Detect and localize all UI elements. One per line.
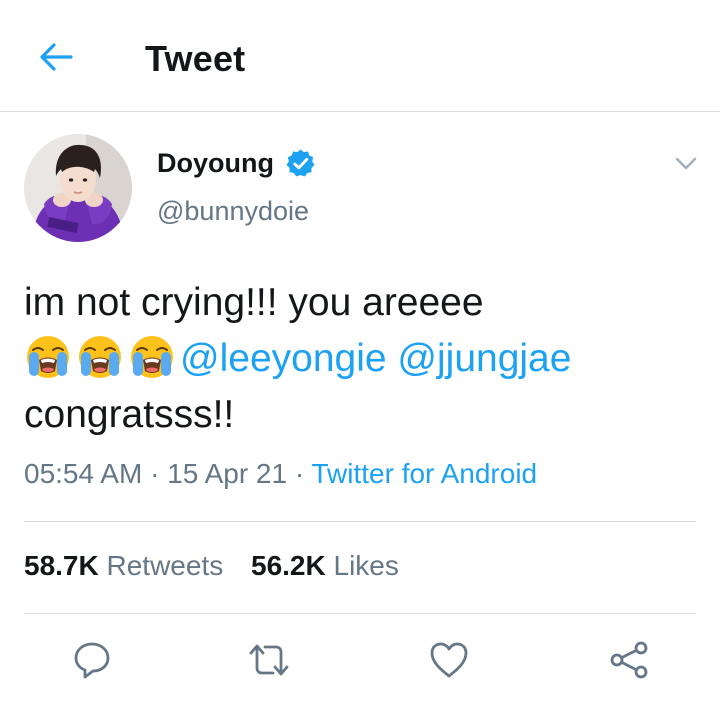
chevron-down-icon — [675, 157, 697, 170]
share-icon — [610, 641, 648, 679]
loudly-crying-face-emoji — [131, 336, 173, 378]
verified-badge-icon — [286, 149, 315, 177]
engagement-stats: 58.7K Retweets 56.2K Likes — [24, 550, 399, 582]
tweet-date: 15 Apr 21 — [167, 458, 288, 489]
avatar-image — [24, 134, 132, 242]
author-display-name[interactable]: Doyoung — [157, 148, 274, 179]
likes-stat[interactable]: 56.2K Likes — [251, 550, 399, 582]
likes-label: Likes — [333, 550, 399, 581]
divider — [24, 613, 696, 614]
tweet-text-line: @leeyongie @jjungjae — [24, 331, 704, 387]
retweets-stat[interactable]: 58.7K Retweets — [24, 550, 223, 582]
reply-icon — [74, 642, 110, 679]
tweet-options-button[interactable] — [668, 148, 704, 180]
retweets-label: Retweets — [106, 550, 224, 581]
divider — [24, 521, 696, 522]
top-bar: Tweet — [0, 0, 720, 112]
tweet-time: 05:54 AM — [24, 458, 143, 489]
mention-link[interactable]: @jjungjae — [397, 337, 571, 380]
tweet-text-line: congratsss!! — [24, 393, 235, 436]
mention-link[interactable]: @leeyongie — [180, 337, 387, 380]
tweet-text-line: im not crying!!! you areeee — [24, 281, 484, 324]
meta-separator: · — [294, 458, 305, 489]
author-handle[interactable]: @bunnydoie — [157, 196, 309, 227]
page-title: Tweet — [145, 38, 246, 79]
loudly-crying-face-emoji — [27, 336, 69, 378]
avatar[interactable] — [24, 134, 132, 242]
heart-icon — [430, 642, 468, 678]
likes-count: 56.2K — [251, 550, 326, 581]
retweet-icon — [249, 644, 289, 676]
back-button[interactable] — [30, 34, 82, 80]
retweet-button[interactable] — [247, 638, 291, 682]
tweet-detail-screen: Tweet Doyoung @bunnydoie im not crying!!… — [0, 0, 720, 721]
loudly-crying-face-emoji — [79, 336, 121, 378]
like-button[interactable] — [427, 638, 471, 682]
tweet-meta: 05:54 AM · 15 Apr 21 · Twitter for Andro… — [24, 458, 537, 490]
reply-button[interactable] — [70, 638, 114, 682]
meta-separator: · — [150, 458, 160, 489]
arrow-left-icon — [40, 43, 73, 71]
tweet-text: im not crying!!! you areeee @leeyongie @… — [24, 275, 704, 443]
tweet-source-link[interactable]: Twitter for Android — [311, 458, 537, 489]
retweets-count: 58.7K — [24, 550, 99, 581]
share-button[interactable] — [607, 638, 651, 682]
